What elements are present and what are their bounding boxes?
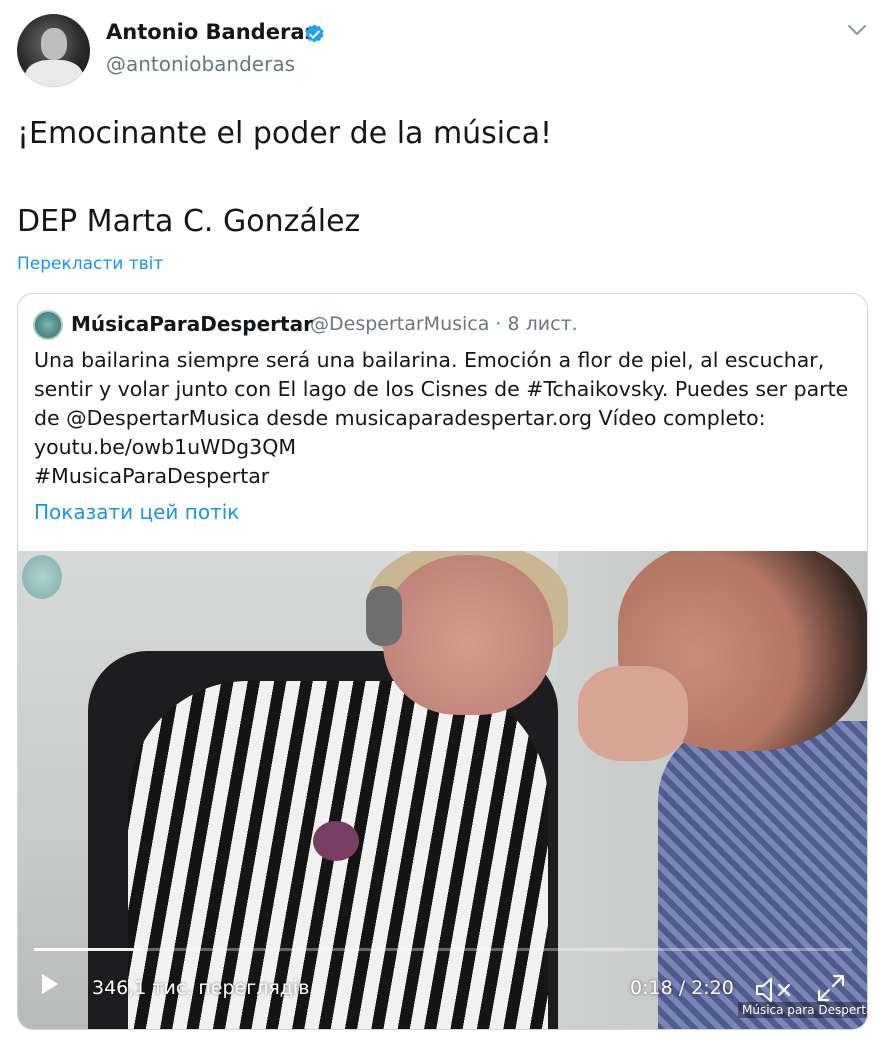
verified-badge-icon — [305, 24, 324, 43]
quoted-text-line: sentir y volar junto con El lago de los … — [34, 377, 849, 401]
quoted-text-line: de @DespertarMusica desde musicaparadesp… — [34, 406, 766, 430]
quoted-author-meta[interactable]: @DespertarMusica · 8 лист. — [310, 313, 578, 335]
video-player[interactable]: 346,1 тис. переглядів 0:18 / 2:20 Música… — [18, 551, 867, 1029]
mute-icon[interactable] — [754, 976, 794, 1004]
author-handle[interactable]: @antoniobanderas — [106, 52, 295, 76]
tweet-text: ¡Emocinante el poder de la música! DEP M… — [17, 112, 552, 244]
video-time: 0:18 / 2:20 — [630, 977, 734, 999]
video-progress-bar[interactable] — [34, 948, 852, 951]
tweet-text-line: DEP Marta C. González — [17, 204, 361, 239]
video-watermark: Música para Despertar — [738, 1002, 867, 1018]
show-thread-link[interactable]: Показати цей потік — [34, 500, 239, 524]
fullscreen-icon[interactable] — [816, 973, 846, 1003]
avatar-shirt — [25, 60, 83, 87]
quoted-tweet-text: Una bailarina siempre será una bailarina… — [34, 346, 854, 491]
tweet-text-line: ¡Emocinante el poder de la música! — [17, 116, 553, 151]
video-scene-hands — [578, 666, 688, 761]
quoted-author-name[interactable]: MúsicaParaDespertar — [71, 312, 313, 336]
chevron-down-icon[interactable] — [846, 22, 868, 38]
quoted-author-avatar[interactable] — [33, 310, 63, 340]
quoted-tweet[interactable]: MúsicaParaDespertar @DespertarMusica · 8… — [17, 293, 868, 1030]
channel-logo-icon — [22, 555, 62, 599]
video-progress-fill — [34, 948, 141, 951]
avatar-face — [41, 28, 67, 60]
quoted-text-line: #MusicaParaDespertar — [34, 464, 270, 488]
video-scene-brooch — [313, 821, 359, 861]
play-icon[interactable] — [40, 972, 60, 996]
headphones-icon — [366, 586, 402, 646]
video-scene-woman-face — [383, 555, 553, 715]
translate-tweet-link[interactable]: Перекласти твіт — [17, 254, 163, 274]
author-name[interactable]: Antonio Banderas — [106, 20, 317, 44]
author-avatar[interactable] — [17, 14, 90, 87]
quoted-text-line: Una bailarina siempre será una bailarina… — [34, 348, 825, 372]
quoted-text-line: youtu.be/owb1uWDg3QM — [34, 435, 297, 459]
video-view-count: 346,1 тис. переглядів — [92, 977, 310, 999]
